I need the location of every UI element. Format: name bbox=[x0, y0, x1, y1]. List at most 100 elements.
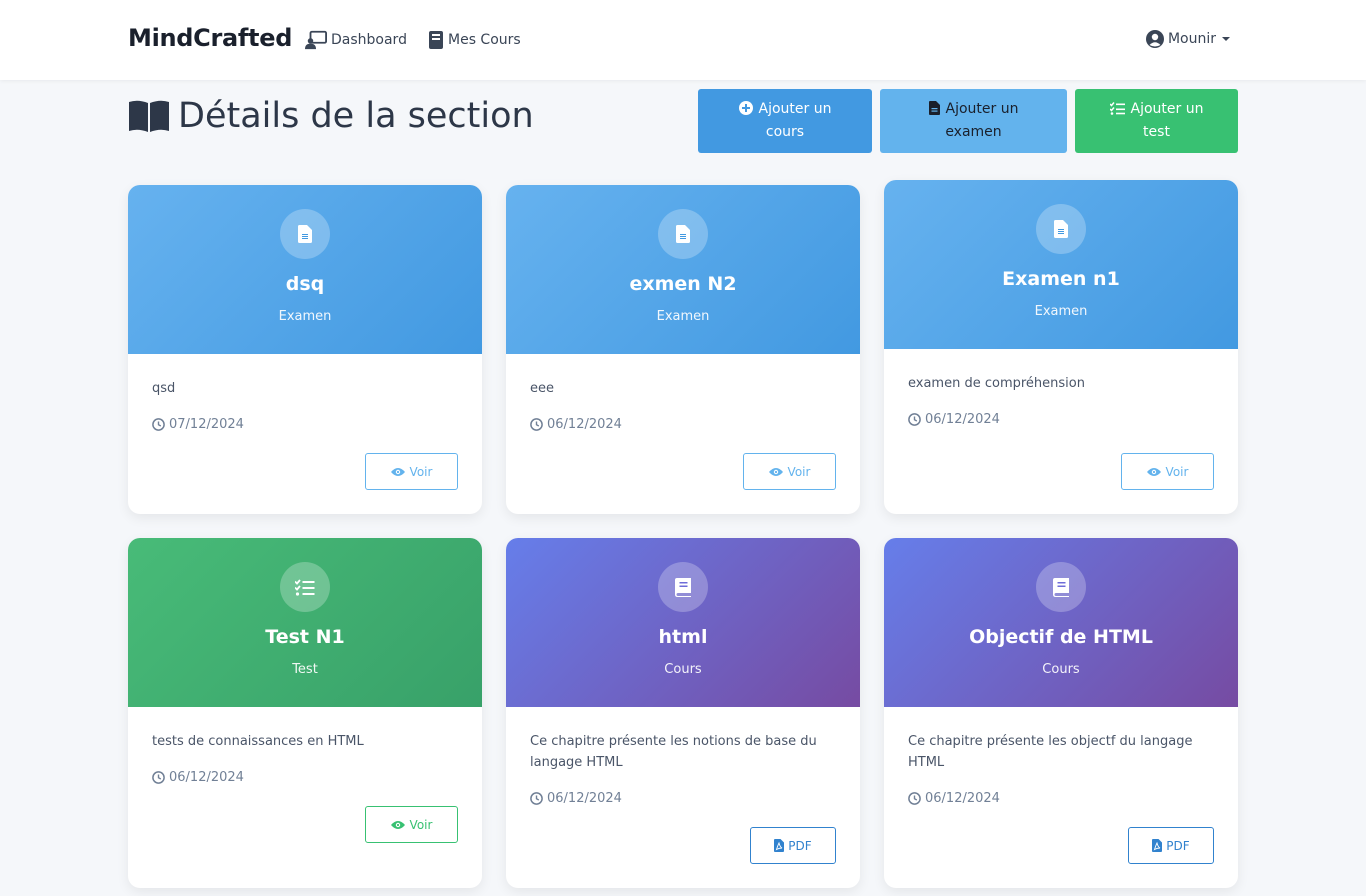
clock-icon bbox=[530, 418, 543, 431]
book-icon bbox=[429, 31, 443, 49]
eye-icon bbox=[1146, 467, 1161, 476]
card-icon-wrapper bbox=[280, 209, 330, 259]
card-date: 07/12/2024 bbox=[152, 417, 244, 432]
pdf-button[interactable]: PDF bbox=[750, 827, 836, 864]
view-button-label: Voir bbox=[1165, 464, 1189, 479]
card-type: Cours bbox=[1042, 662, 1080, 677]
card-title: dsq bbox=[285, 273, 325, 295]
user-name: Mounir bbox=[1167, 31, 1216, 47]
card-type: Cours bbox=[664, 662, 702, 677]
card-type: Test bbox=[292, 662, 318, 677]
content-card: Objectif de HTML Cours Ce chapitre prése… bbox=[884, 538, 1238, 888]
navbar: MindCrafted Dashboard Mes Cours Mounir bbox=[0, 0, 1366, 80]
card-date-text: 06/12/2024 bbox=[547, 417, 622, 432]
content-card: exmen N2 Examen eee 06/12/2024 Voir bbox=[506, 185, 860, 514]
card-description: Ce chapitre présente les notions de base… bbox=[530, 734, 817, 770]
brand-logo[interactable]: MindCrafted bbox=[128, 24, 292, 52]
file-icon bbox=[928, 101, 940, 115]
book-icon bbox=[675, 577, 691, 597]
nav-my-courses[interactable]: Mes Cours bbox=[428, 30, 521, 50]
card-date: 06/12/2024 bbox=[908, 412, 1000, 427]
file-icon bbox=[298, 225, 312, 243]
content-card: Test N1 Test tests de connaissances en H… bbox=[128, 538, 482, 888]
book-open-icon bbox=[129, 100, 169, 132]
card-title: exmen N2 bbox=[629, 273, 737, 295]
card-date-text: 06/12/2024 bbox=[925, 791, 1000, 806]
view-button-label: Voir bbox=[409, 464, 433, 479]
card-icon-wrapper bbox=[658, 562, 708, 612]
list-check-icon bbox=[1109, 102, 1125, 115]
add-exam-button[interactable]: Ajouter un examen bbox=[880, 89, 1067, 153]
view-button[interactable]: Voir bbox=[365, 453, 458, 490]
card-icon-wrapper bbox=[280, 562, 330, 612]
view-button-label: Voir bbox=[409, 817, 433, 832]
file-pdf-icon bbox=[1152, 839, 1163, 852]
view-button-label: Voir bbox=[787, 464, 811, 479]
card-description: eee bbox=[530, 381, 554, 396]
plus-circle-icon bbox=[738, 101, 753, 115]
content-card: html Cours Ce chapitre présente les noti… bbox=[506, 538, 860, 888]
card-date: 06/12/2024 bbox=[152, 770, 244, 785]
card-header: html Cours bbox=[506, 538, 860, 707]
card-description: examen de compréhension bbox=[908, 376, 1085, 391]
clock-icon bbox=[152, 771, 165, 784]
card-date-text: 06/12/2024 bbox=[925, 412, 1000, 427]
card-date-text: 06/12/2024 bbox=[169, 770, 244, 785]
pdf-button-label: PDF bbox=[1166, 838, 1190, 853]
nav-dashboard[interactable]: Dashboard bbox=[305, 30, 407, 50]
user-dropdown[interactable]: Mounir bbox=[1145, 30, 1230, 48]
card-header: Examen n1 Examen bbox=[884, 180, 1238, 349]
card-title: Objectif de HTML bbox=[969, 626, 1153, 648]
card-type: Examen bbox=[656, 309, 710, 324]
card-header: Objectif de HTML Cours bbox=[884, 538, 1238, 707]
pdf-button[interactable]: PDF bbox=[1128, 827, 1214, 864]
clock-icon bbox=[908, 413, 921, 426]
add-course-button[interactable]: Ajouter un cours bbox=[698, 89, 872, 153]
add-course-label: Ajouter un cours bbox=[758, 101, 832, 140]
view-button[interactable]: Voir bbox=[743, 453, 836, 490]
pdf-button-label: PDF bbox=[788, 838, 812, 853]
card-description: Ce chapitre présente les objectf du lang… bbox=[908, 734, 1193, 770]
add-test-button[interactable]: Ajouter un test bbox=[1075, 89, 1238, 153]
file-pdf-icon bbox=[774, 839, 785, 852]
add-exam-label: Ajouter un examen bbox=[945, 101, 1019, 140]
card-type: Examen bbox=[1034, 304, 1088, 319]
card-header: exmen N2 Examen bbox=[506, 185, 860, 354]
nav-my-courses-label: Mes Cours bbox=[448, 32, 521, 48]
card-header: Test N1 Test bbox=[128, 538, 482, 707]
card-icon-wrapper bbox=[1036, 204, 1086, 254]
card-title: Test N1 bbox=[265, 626, 345, 648]
page-title-text: Détails de la section bbox=[178, 96, 534, 136]
eye-icon bbox=[390, 820, 405, 829]
card-type: Examen bbox=[278, 309, 332, 324]
file-icon bbox=[676, 225, 690, 243]
view-button[interactable]: Voir bbox=[1121, 453, 1214, 490]
card-icon-wrapper bbox=[658, 209, 708, 259]
card-description: tests de connaissances en HTML bbox=[152, 734, 364, 749]
card-date: 06/12/2024 bbox=[908, 791, 1000, 806]
card-date-text: 07/12/2024 bbox=[169, 417, 244, 432]
card-description: qsd bbox=[152, 381, 176, 396]
content-card: dsq Examen qsd 07/12/2024 Voir bbox=[128, 185, 482, 514]
card-date: 06/12/2024 bbox=[530, 791, 622, 806]
chalkboard-teacher-icon bbox=[305, 30, 327, 50]
content-card: Examen n1 Examen examen de compréhension… bbox=[884, 180, 1238, 514]
add-test-label: Ajouter un test bbox=[1130, 101, 1204, 140]
eye-icon bbox=[768, 467, 783, 476]
card-date: 06/12/2024 bbox=[530, 417, 622, 432]
clock-icon bbox=[908, 792, 921, 805]
view-button[interactable]: Voir bbox=[365, 806, 458, 843]
card-title: html bbox=[658, 626, 708, 648]
user-circle-icon bbox=[1145, 30, 1164, 48]
file-icon bbox=[1054, 220, 1068, 238]
eye-icon bbox=[390, 467, 405, 476]
card-date-text: 06/12/2024 bbox=[547, 791, 622, 806]
card-header: dsq Examen bbox=[128, 185, 482, 354]
list-check-icon bbox=[295, 578, 315, 596]
nav-dashboard-label: Dashboard bbox=[331, 32, 407, 48]
book-icon bbox=[1053, 577, 1069, 597]
card-icon-wrapper bbox=[1036, 562, 1086, 612]
page-title: Détails de la section bbox=[128, 96, 534, 136]
clock-icon bbox=[152, 418, 165, 431]
card-title: Examen n1 bbox=[1002, 268, 1120, 290]
